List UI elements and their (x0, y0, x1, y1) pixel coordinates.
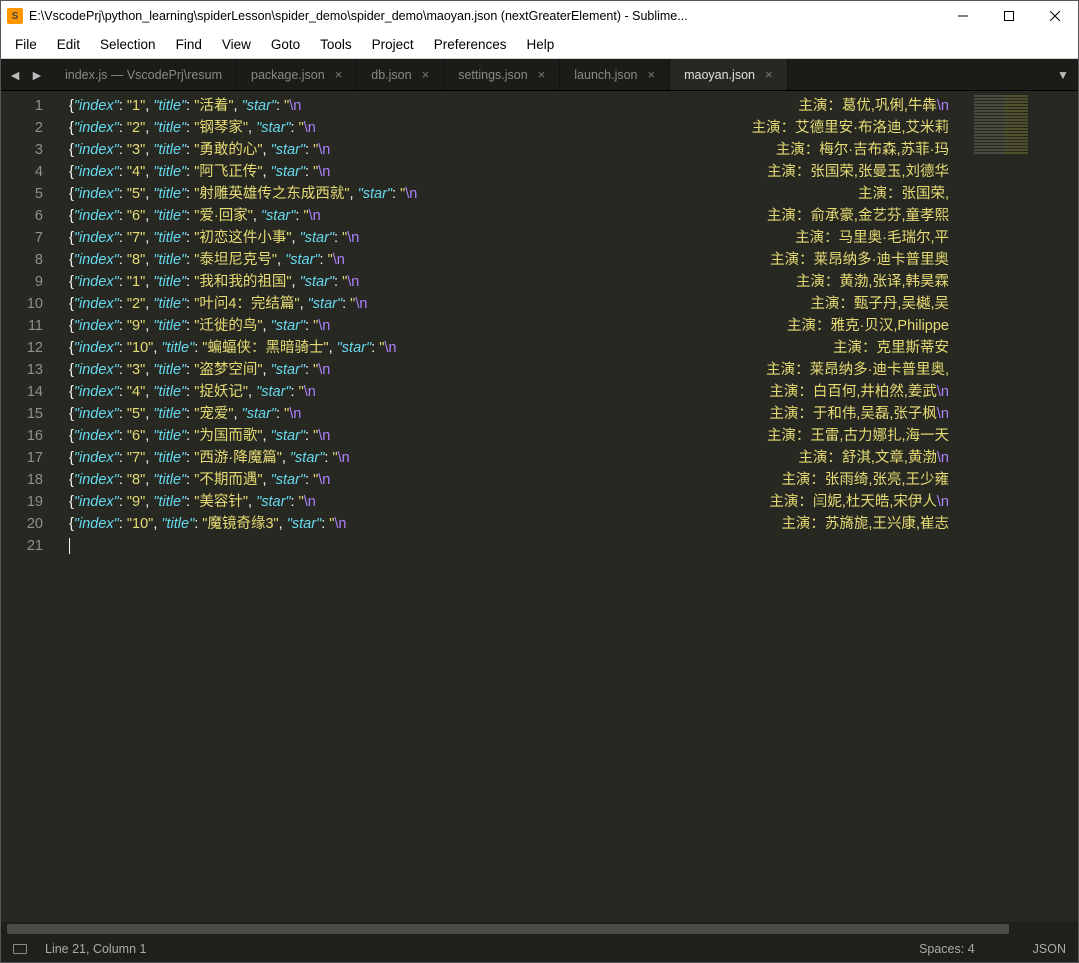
code-line: {"index": "6", "title": "为国而歌", "star": … (69, 425, 949, 447)
code-line: {"index": "8", "title": "不期而遇", "star": … (69, 469, 949, 491)
tab-close-icon[interactable]: × (422, 67, 430, 82)
tab-settings-json[interactable]: settings.json × (444, 59, 560, 90)
status-bar: Line 21, Column 1 Spaces: 4 JSON (1, 936, 1078, 962)
menu-item-help[interactable]: Help (517, 34, 565, 55)
tab-maoyan-json[interactable]: maoyan.json × (670, 59, 787, 90)
tab-close-icon[interactable]: × (335, 67, 343, 82)
tab-nav-left-icon[interactable]: ◄ (8, 67, 22, 83)
menu-item-file[interactable]: File (5, 34, 47, 55)
menu-item-tools[interactable]: Tools (310, 34, 362, 55)
tab-label: package.json (251, 68, 325, 82)
tab-label: db.json (371, 68, 411, 82)
tab-package-json[interactable]: package.json × (237, 59, 357, 90)
horizontal-scrollbar[interactable] (1, 922, 1078, 936)
code-line: {"index": "6", "title": "爱·回家", "star": … (69, 205, 949, 227)
maximize-button[interactable] (986, 1, 1032, 31)
code-line: {"index": "3", "title": "勇敢的心", "star": … (69, 139, 949, 161)
tab-label: settings.json (458, 68, 527, 82)
close-button[interactable] (1032, 1, 1078, 31)
status-cursor-position[interactable]: Line 21, Column 1 (45, 942, 146, 956)
code-line: {"index": "7", "title": "西游·降魔篇", "star"… (69, 447, 949, 469)
code-line: {"index": "10", "title": "魔镜奇缘3", "star"… (69, 513, 949, 535)
code-line: {"index": "1", "title": "我和我的祖国", "star"… (69, 271, 949, 293)
menu-item-selection[interactable]: Selection (90, 34, 166, 55)
code-line: {"index": "2", "title": "叶问4：完结篇", "star… (69, 293, 949, 315)
title-bar[interactable]: S E:\VscodePrj\python_learning\spiderLes… (1, 1, 1078, 31)
tab-nav-right-icon[interactable]: ► (30, 67, 44, 83)
code-line: {"index": "1", "title": "活着", "star": "\… (69, 95, 949, 117)
panel-switcher-icon[interactable] (13, 944, 27, 954)
minimap[interactable] (968, 91, 1078, 922)
code-line: {"index": "4", "title": "捉妖记", "star": "… (69, 381, 949, 403)
menu-item-goto[interactable]: Goto (261, 34, 310, 55)
app-window: S E:\VscodePrj\python_learning\spiderLes… (0, 0, 1079, 963)
tab-close-icon[interactable]: × (648, 67, 656, 82)
editor: 123456789101112131415161718192021 {"inde… (1, 91, 1078, 922)
tab-strip: ◄ ► index.js — VscodePrj\resum package.js… (1, 59, 1078, 91)
tab-label: index.js — VscodePrj\resum (65, 68, 222, 82)
code-line: {"index": "7", "title": "初恋这件小事", "star"… (69, 227, 949, 249)
status-indent[interactable]: Spaces: 4 (919, 942, 975, 956)
code-line (69, 535, 968, 557)
code-line: {"index": "8", "title": "泰坦尼克号", "star":… (69, 249, 949, 271)
code-line: {"index": "10", "title": "蝙蝠侠：黑暗骑士", "st… (69, 337, 949, 359)
tab-overflow-button[interactable]: ▼ (1048, 59, 1078, 90)
code-line: {"index": "5", "title": "射雕英雄传之东成西就", "s… (69, 183, 949, 205)
tab-close-icon[interactable]: × (765, 67, 773, 82)
tab-label: maoyan.json (684, 68, 755, 82)
tab-close-icon[interactable]: × (538, 67, 546, 82)
menu-item-view[interactable]: View (212, 34, 261, 55)
app-icon: S (7, 8, 23, 24)
menu-item-edit[interactable]: Edit (47, 34, 90, 55)
code-line: {"index": "3", "title": "盗梦空间", "star": … (69, 359, 949, 381)
tab-nav-arrows[interactable]: ◄ ► (1, 59, 51, 90)
tab-label: launch.json (574, 68, 637, 82)
tab-container: index.js — VscodePrj\resumpackage.json×d… (51, 59, 1048, 90)
window-title: E:\VscodePrj\python_learning\spiderLesso… (29, 9, 940, 23)
tab-launch-json[interactable]: launch.json × (560, 59, 670, 90)
text-cursor (69, 538, 70, 554)
status-syntax[interactable]: JSON (1033, 942, 1066, 956)
minimize-button[interactable] (940, 1, 986, 31)
code-area[interactable]: {"index": "1", "title": "活着", "star": "\… (59, 91, 968, 922)
code-line: {"index": "4", "title": "阿飞正传", "star": … (69, 161, 949, 183)
line-number-gutter[interactable]: 123456789101112131415161718192021 (1, 91, 59, 922)
tab-db-json[interactable]: db.json × (357, 59, 444, 90)
tab-index-js-vscodeprj-resum[interactable]: index.js — VscodePrj\resum (51, 59, 237, 90)
scrollbar-thumb[interactable] (7, 924, 1009, 934)
menu-item-preferences[interactable]: Preferences (424, 34, 517, 55)
code-line: {"index": "9", "title": "美容针", "star": "… (69, 491, 949, 513)
code-line: {"index": "2", "title": "钢琴家", "star": "… (69, 117, 949, 139)
code-line: {"index": "5", "title": "宠爱", "star": "\… (69, 403, 949, 425)
menu-item-project[interactable]: Project (362, 34, 424, 55)
code-line: {"index": "9", "title": "迁徙的鸟", "star": … (69, 315, 949, 337)
menu-bar: FileEditSelectionFindViewGotoToolsProjec… (1, 31, 1078, 59)
minimap-content (974, 95, 1072, 155)
menu-item-find[interactable]: Find (166, 34, 212, 55)
